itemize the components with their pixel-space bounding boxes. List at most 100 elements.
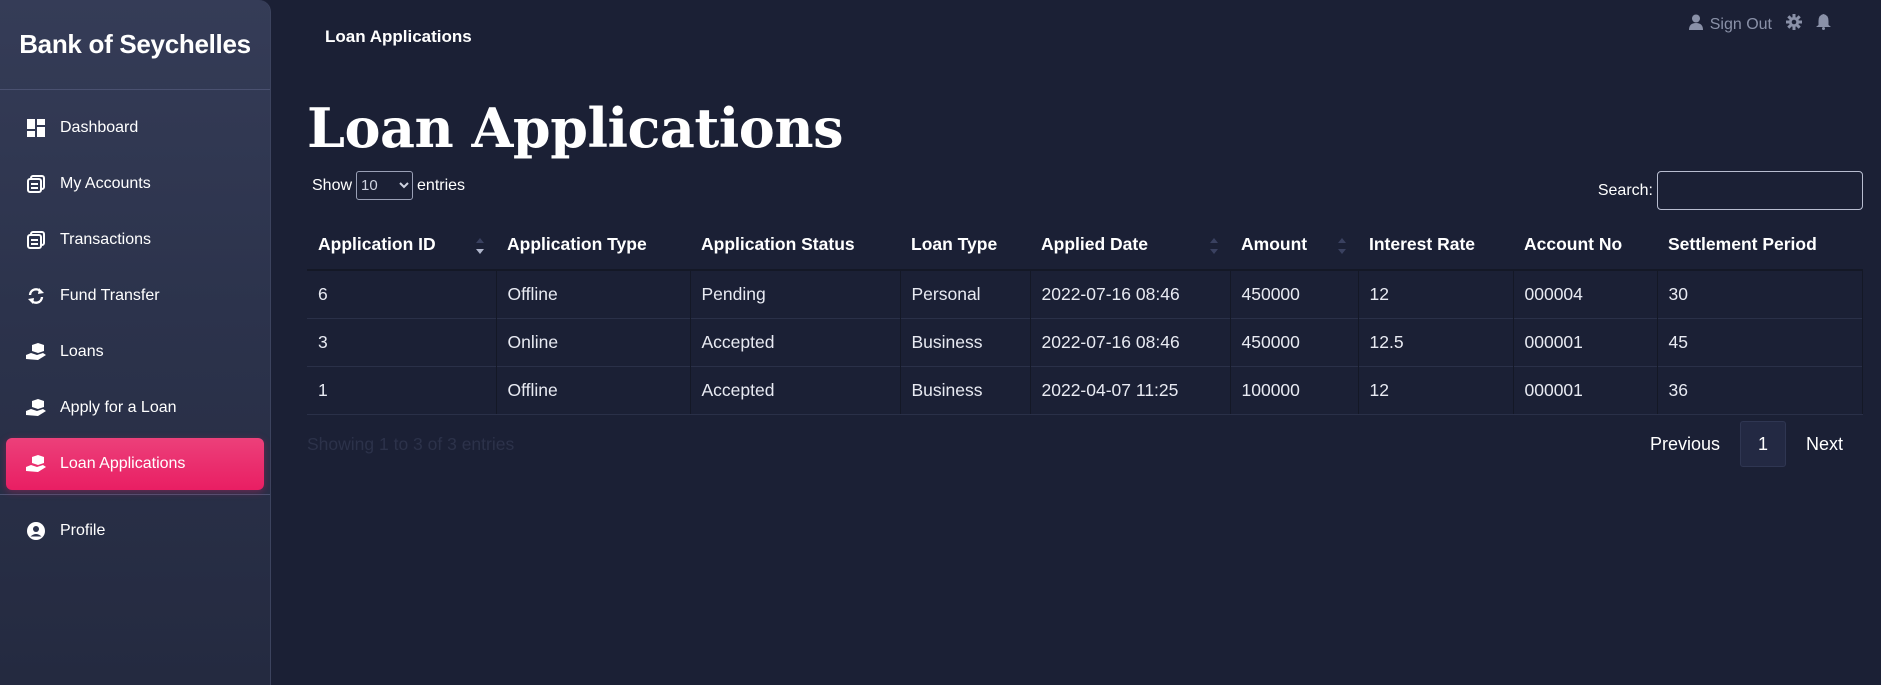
sidebar-item-label: Loans (60, 343, 104, 360)
column-header-loan-type[interactable]: Loan Type (900, 220, 1030, 271)
sidebar-item-my-accounts[interactable]: My Accounts (6, 158, 264, 210)
column-header-label: Amount (1241, 234, 1308, 254)
cell-application-status: Accepted (690, 317, 901, 366)
column-header-settlement-period[interactable]: Settlement Period (1657, 220, 1863, 271)
cell-application-id: 6 (307, 269, 497, 318)
cell-settlement-period: 45 (1657, 317, 1863, 366)
sidebar-divider (0, 494, 270, 495)
table-header-row: Application ID Application Type Applicat… (307, 220, 1863, 271)
cell-application-type: Offline (496, 269, 691, 318)
sidebar-item-label: Profile (60, 522, 106, 539)
length-suffix: entries (417, 176, 466, 194)
column-header-label: Application Type (507, 234, 647, 254)
cell-account-no: 000004 (1513, 269, 1658, 318)
column-header-interest-rate[interactable]: Interest Rate (1358, 220, 1513, 271)
sidebar-item-fund-transfer[interactable]: Fund Transfer (6, 270, 264, 322)
sidebar-item-label: My Accounts (60, 175, 151, 192)
search-input[interactable] (1657, 171, 1863, 210)
sidebar-item-transactions[interactable]: Transactions (6, 214, 264, 266)
sidebar-item-label: Dashboard (60, 119, 139, 136)
sidebar: Bank of Seychelles Dashboard My Accounts… (0, 0, 271, 685)
cell-settlement-period: 36 (1657, 365, 1863, 415)
bell-icon[interactable] (1816, 14, 1831, 35)
loan-hand-icon (26, 398, 46, 418)
cell-account-no: 000001 (1513, 365, 1658, 415)
sidebar-item-apply-loan[interactable]: Apply for a Loan (6, 382, 264, 434)
gear-icon[interactable] (1786, 14, 1802, 35)
cell-application-status: Pending (690, 269, 901, 318)
user-circle-icon (26, 521, 46, 541)
sidebar-item-label: Loan Applications (60, 455, 186, 472)
next-page-button[interactable]: Next (1786, 421, 1863, 467)
loan-applications-table: Application ID Application Type Applicat… (307, 220, 1863, 415)
sidebar-nav: Dashboard My Accounts Transactions Fund … (0, 90, 270, 490)
cell-account-no: 000001 (1513, 317, 1658, 366)
sidebar-item-profile[interactable]: Profile (6, 505, 264, 557)
entries-per-page-select[interactable]: 10 (356, 171, 414, 200)
dashboard-icon (26, 118, 46, 138)
cell-interest-rate: 12 (1358, 269, 1514, 318)
column-header-applied-date[interactable]: Applied Date (1030, 220, 1230, 271)
cell-amount: 450000 (1230, 317, 1359, 366)
entries-length-control: Show 10 entries (312, 171, 465, 200)
brand-logo[interactable]: Bank of Seychelles (0, 0, 270, 90)
cell-interest-rate: 12 (1358, 365, 1514, 415)
sign-out-label: Sign Out (1709, 15, 1772, 33)
column-header-label: Settlement Period (1668, 234, 1817, 254)
cell-settlement-period: 30 (1657, 269, 1863, 318)
cell-loan-type: Personal (900, 269, 1031, 318)
cell-loan-type: Business (900, 317, 1031, 366)
sort-desc-icon (476, 238, 484, 254)
search-label: Search: (1597, 181, 1653, 199)
sort-icon (1210, 238, 1218, 254)
loan-hand-icon (26, 454, 46, 474)
loan-hand-icon (26, 342, 46, 362)
transfer-icon (26, 286, 46, 306)
breadcrumb: Loan Applications (325, 27, 472, 46)
column-header-amount[interactable]: Amount (1230, 220, 1358, 271)
column-header-label: Application ID (318, 234, 436, 254)
previous-page-button[interactable]: Previous (1630, 421, 1740, 467)
sort-icon (1338, 238, 1346, 254)
pagination: Previous 1 Next (1630, 421, 1863, 467)
cell-loan-type: Business (900, 365, 1031, 415)
table-row: 1 Offline Accepted Business 2022-04-07 1… (307, 365, 1863, 415)
column-header-application-type[interactable]: Application Type (496, 220, 690, 271)
table-row: 6 Offline Pending Personal 2022-07-16 08… (307, 269, 1863, 318)
column-header-label: Interest Rate (1369, 234, 1476, 254)
column-header-label: Account No (1524, 234, 1623, 254)
column-header-label: Applied Date (1041, 234, 1148, 254)
column-header-application-status[interactable]: Application Status (690, 220, 900, 271)
cell-amount: 100000 (1230, 365, 1359, 415)
sidebar-item-loan-applications[interactable]: Loan Applications (6, 438, 264, 490)
column-header-label: Application Status (701, 234, 855, 254)
cell-applied-date: 2022-07-16 08:46 (1030, 317, 1231, 366)
cell-application-status: Accepted (690, 365, 901, 415)
sidebar-item-label: Fund Transfer (60, 287, 160, 304)
column-header-account-no[interactable]: Account No (1513, 220, 1657, 271)
page-title: Loan Applications (307, 96, 843, 160)
app-root: Bank of Seychelles Dashboard My Accounts… (0, 0, 1881, 685)
cell-amount: 450000 (1230, 269, 1359, 318)
cell-application-id: 1 (307, 365, 497, 415)
sidebar-item-loans[interactable]: Loans (6, 326, 264, 378)
sidebar-item-label: Transactions (60, 231, 151, 248)
table-info: Showing 1 to 3 of 3 entries (307, 434, 515, 454)
sidebar-item-dashboard[interactable]: Dashboard (6, 102, 264, 154)
cell-application-id: 3 (307, 317, 497, 366)
sign-out-button[interactable]: Sign Out (1688, 14, 1772, 35)
cell-applied-date: 2022-07-16 08:46 (1030, 269, 1231, 318)
accounts-icon (26, 174, 46, 194)
table-search: Search: (1598, 171, 1863, 210)
transactions-icon (26, 230, 46, 250)
header-actions: Sign Out (1688, 14, 1831, 35)
cell-applied-date: 2022-04-07 11:25 (1030, 365, 1231, 415)
cell-application-type: Online (496, 317, 691, 366)
sidebar-item-label: Apply for a Loan (60, 399, 177, 416)
user-icon (1688, 14, 1703, 35)
table-row: 3 Online Accepted Business 2022-07-16 08… (307, 317, 1863, 366)
cell-interest-rate: 12.5 (1358, 317, 1514, 366)
page-number-button[interactable]: 1 (1739, 421, 1786, 467)
column-header-application-id[interactable]: Application ID (307, 220, 496, 271)
length-prefix: Show (312, 176, 353, 194)
